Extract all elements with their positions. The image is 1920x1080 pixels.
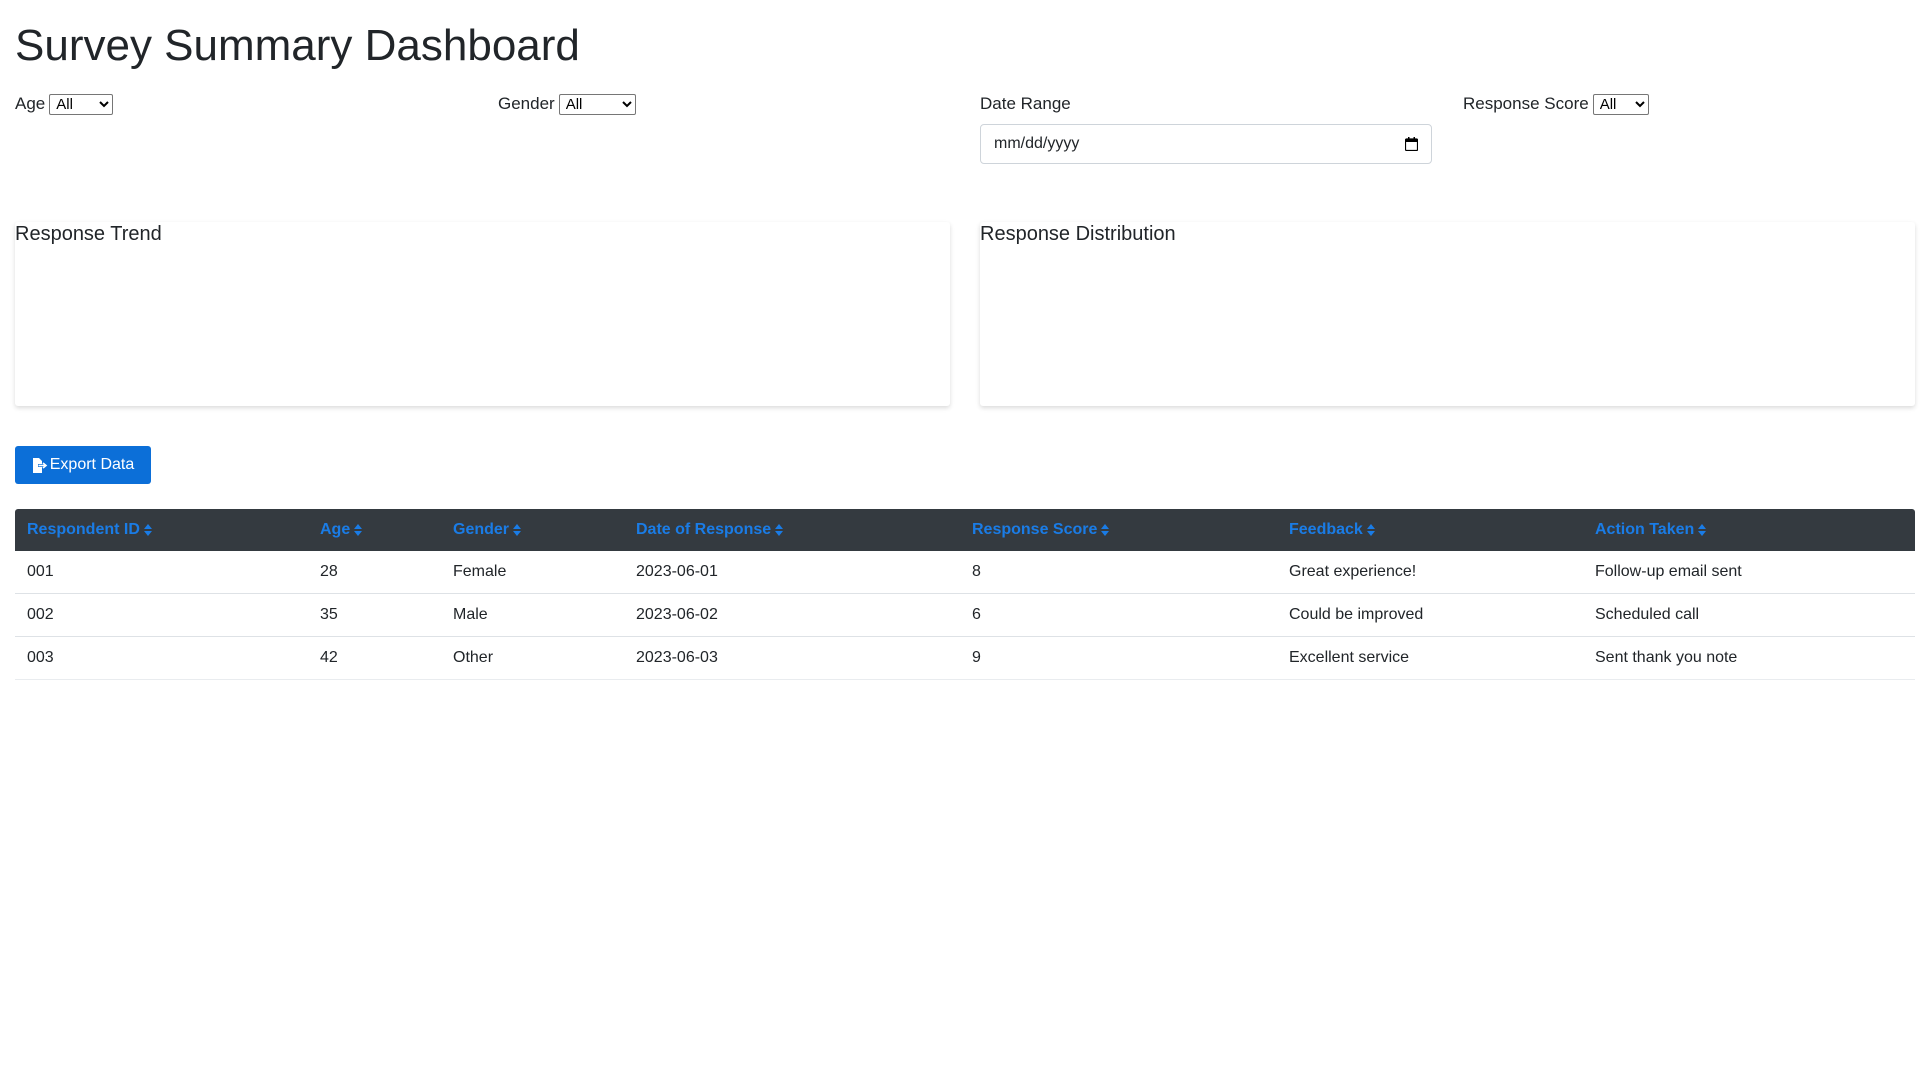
column-header-label: Response Score: [972, 521, 1098, 538]
table-cell-age: 35: [308, 593, 441, 637]
table-cell-feedback: Excellent service: [1277, 636, 1583, 680]
response-trend-title: Response Trend: [15, 223, 162, 245]
table-cell-date-of-response: 2023-06-02: [624, 593, 960, 637]
table-cell-action-taken: Follow-up email sent: [1583, 551, 1915, 594]
table-cell-response-score: 8: [960, 551, 1277, 594]
gender-filter-label: Gender: [498, 94, 555, 113]
column-header-date-of-response[interactable]: Date of Response: [624, 509, 960, 551]
response-trend-card: Response Trend: [15, 222, 950, 406]
column-header-label: Date of Response: [636, 521, 772, 538]
column-header-gender[interactable]: Gender: [441, 509, 624, 551]
table-cell-respondent-id: 002: [15, 593, 308, 637]
sort-icon[interactable]: [513, 523, 522, 536]
column-header-respondent-id[interactable]: Respondent ID: [15, 509, 308, 551]
table-cell-action-taken: Sent thank you note: [1583, 636, 1915, 680]
sort-icon[interactable]: [143, 523, 152, 536]
file-export-icon: [32, 457, 48, 473]
table-body: 001 28 Female 2023-06-01 8 Great experience! F…: [15, 551, 1915, 680]
date-range-input[interactable]: mm/dd/yyyy: [980, 124, 1432, 164]
table-header-row: Respondent ID Age Gender Date of Response Re…: [15, 509, 1915, 551]
table-cell-gender: Male: [441, 593, 624, 637]
response-score-filter-label: Response Score: [1463, 94, 1589, 113]
age-filter: Age All: [15, 93, 114, 115]
table-cell-response-score: 6: [960, 593, 1277, 637]
column-header-label: Respondent ID: [27, 521, 140, 538]
table-cell-action-taken: Scheduled call: [1583, 593, 1915, 637]
table-row: 002 35 Male 2023-06-02 6 Could be improved Sch…: [15, 593, 1915, 637]
age-filter-label: Age: [15, 94, 46, 113]
column-header-label: Gender: [453, 521, 510, 538]
gender-select[interactable]: All: [558, 93, 636, 115]
table-cell-response-score: 9: [960, 636, 1277, 680]
column-header-action-taken[interactable]: Action Taken: [1583, 509, 1915, 551]
column-header-response-score[interactable]: Response Score: [960, 509, 1277, 551]
gender-filter: Gender All: [498, 93, 636, 115]
column-header-label: Feedback: [1289, 521, 1363, 538]
response-distribution-card: Response Distribution: [980, 222, 1915, 406]
date-range-placeholder: mm/dd/yyyy: [994, 135, 1080, 152]
sort-icon[interactable]: [775, 523, 784, 536]
calendar-icon[interactable]: [1405, 137, 1418, 151]
sort-icon[interactable]: [1366, 523, 1375, 536]
table-cell-gender: Other: [441, 636, 624, 680]
table-cell-gender: Female: [441, 551, 624, 594]
table-cell-age: 28: [308, 551, 441, 594]
export-data-button[interactable]: Export Data: [15, 446, 151, 484]
table-cell-date-of-response: 2023-06-01: [624, 551, 960, 594]
response-score-filter: Response Score All: [1463, 93, 1649, 115]
sort-icon[interactable]: [1698, 523, 1707, 536]
date-range-label: Date Range: [980, 94, 1071, 113]
export-data-label: Export Data: [49, 456, 135, 473]
column-header-label: Action Taken: [1595, 521, 1695, 538]
table-cell-feedback: Could be improved: [1277, 593, 1583, 637]
sort-icon[interactable]: [1101, 523, 1110, 536]
table-cell-age: 42: [308, 636, 441, 680]
responses-table: Respondent ID Age Gender Date of Response Re…: [15, 509, 1915, 680]
column-header-age[interactable]: Age: [308, 509, 441, 551]
response-distribution-title: Response Distribution: [980, 223, 1176, 245]
table-row: 001 28 Female 2023-06-01 8 Great experience! F…: [15, 551, 1915, 594]
column-header-label: Age: [320, 521, 351, 538]
table-cell-date-of-response: 2023-06-03: [624, 636, 960, 680]
table-row: 003 42 Other 2023-06-03 9 Excellent service Se…: [15, 636, 1915, 680]
page-title: Survey Summary Dashboard: [15, 21, 580, 70]
age-select[interactable]: All: [49, 93, 114, 115]
table-cell-respondent-id: 001: [15, 551, 308, 594]
table-cell-respondent-id: 003: [15, 636, 308, 680]
sort-icon[interactable]: [354, 523, 363, 536]
response-score-select[interactable]: All: [1592, 93, 1649, 115]
table-cell-feedback: Great experience!: [1277, 551, 1583, 594]
column-header-feedback[interactable]: Feedback: [1277, 509, 1583, 551]
